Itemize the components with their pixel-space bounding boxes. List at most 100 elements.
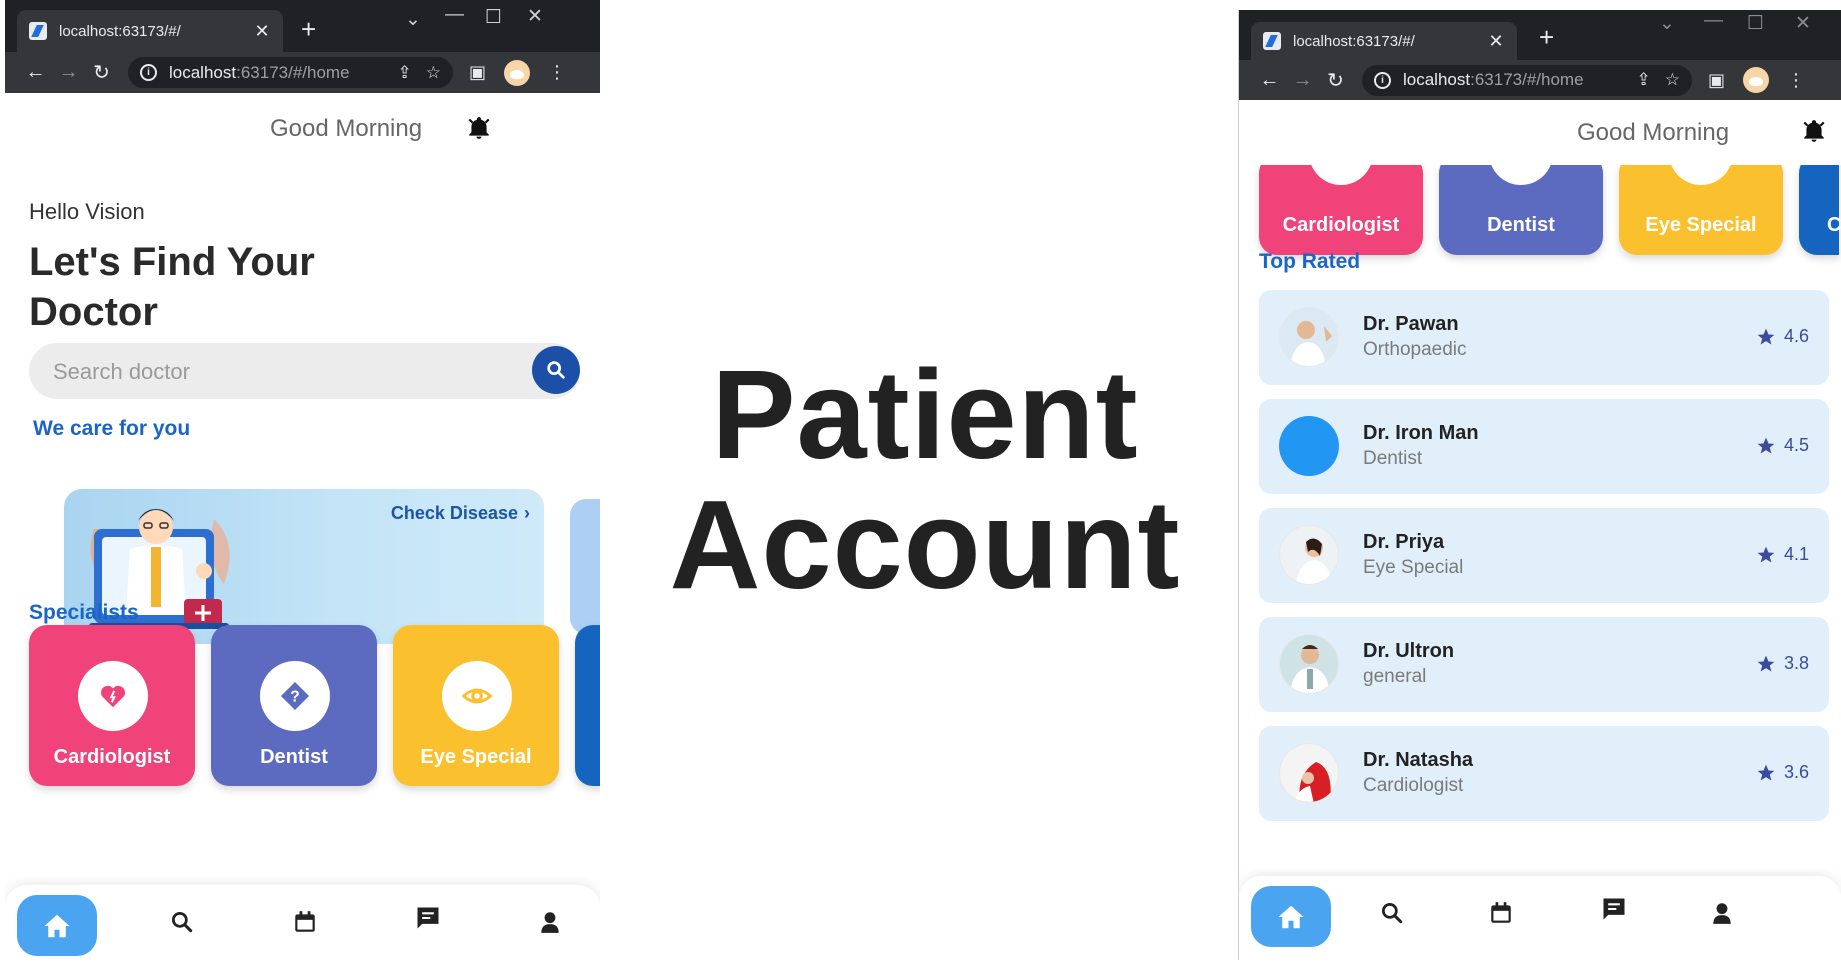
url-text: localhost:63173/#/home — [1403, 70, 1584, 89]
search-icon — [547, 361, 565, 379]
reload-icon[interactable]: ↻ — [1319, 68, 1352, 93]
search-icon — [171, 911, 193, 933]
doctor-rating: 4.6 — [1756, 326, 1809, 347]
share-icon[interactable]: ⇪ — [398, 63, 412, 83]
tab-close-icon[interactable]: ✕ — [1487, 31, 1505, 52]
tab-title: localhost:63173/#/ — [59, 22, 181, 40]
bookmark-star-icon[interactable]: ☆ — [1665, 70, 1680, 90]
star-icon — [1757, 437, 1775, 453]
specialist-label-fragment: C — [1827, 214, 1841, 236]
minimize-icon[interactable]: — — [445, 4, 464, 26]
eye-icon — [442, 661, 512, 731]
address-bar[interactable]: i localhost:63173/#/home ⇪ ☆ — [128, 57, 453, 88]
minimize-icon[interactable]: — — [1704, 10, 1723, 32]
left-browser-window: localhost:63173/#/ ✕ + ⌄ — ☐ ✕ ← → ↻ i l… — [5, 0, 600, 969]
bottom-navigation — [5, 885, 600, 969]
doctor-card[interactable]: Dr. Ultron general 3.8 — [1259, 617, 1829, 712]
url-text: localhost:63173/#/home — [169, 62, 350, 82]
menu-dots-icon[interactable]: ⋮ — [1787, 70, 1805, 91]
star-icon — [1757, 655, 1775, 671]
tab-search-icon[interactable]: ⌄ — [1659, 12, 1675, 35]
specialist-card-eye[interactable]: Eye Special — [393, 625, 559, 786]
doctor-specialty: Eye Special — [1363, 557, 1464, 578]
help-diamond-icon: ? — [260, 661, 330, 731]
browser-tab[interactable]: localhost:63173/#/ ✕ — [1251, 22, 1517, 60]
site-info-icon[interactable]: i — [1374, 71, 1391, 89]
tab-close-icon[interactable]: ✕ — [253, 21, 271, 42]
specialists-list: Cardiologist Dentist Eye Special C — [1259, 165, 1841, 255]
close-window-icon[interactable]: ✕ — [1795, 12, 1811, 35]
specialist-card-peek[interactable] — [575, 625, 600, 786]
maximize-icon[interactable]: ☐ — [1747, 12, 1764, 35]
notification-bell-icon[interactable] — [466, 115, 492, 141]
bookmark-star-icon[interactable]: ☆ — [426, 63, 441, 83]
home-icon — [1278, 905, 1304, 928]
browser-tab[interactable]: localhost:63173/#/ ✕ — [17, 10, 283, 52]
check-disease-link[interactable]: Check Disease › — [391, 503, 530, 524]
doctor-specialty: Cardiologist — [1363, 775, 1464, 796]
flutter-favicon-icon — [29, 22, 47, 40]
nav-home-button[interactable] — [1251, 886, 1331, 947]
specialists-section-title: Specialists — [29, 601, 139, 624]
reload-icon[interactable]: ↻ — [85, 60, 118, 85]
specialist-card-eye[interactable]: Eye Special — [1619, 165, 1783, 255]
nav-chat-button[interactable] — [1599, 894, 1629, 924]
specialist-card-cardiologist[interactable]: Cardiologist — [1259, 165, 1423, 255]
maximize-icon[interactable]: ☐ — [485, 6, 502, 29]
doctor-avatar — [1279, 634, 1339, 694]
doctor-card[interactable]: Dr. Pawan Orthopaedic 4.6 — [1259, 290, 1829, 385]
nav-home-button[interactable] — [17, 895, 97, 956]
share-icon[interactable]: ⇪ — [1637, 70, 1651, 90]
profile-avatar-icon[interactable] — [504, 59, 531, 86]
back-icon[interactable]: ← — [19, 61, 52, 84]
right-browser-window: localhost:63173/#/ ✕ + ⌄ — ☐ ✕ ← → ↻ i l… — [1238, 10, 1841, 960]
side-panel-icon[interactable]: ▣ — [1708, 70, 1725, 91]
forward-icon[interactable]: → — [52, 61, 85, 84]
forward-icon[interactable]: → — [1286, 69, 1319, 92]
tab-title: localhost:63173/#/ — [1293, 32, 1415, 50]
specialist-card-dentist[interactable]: ? Dentist — [211, 625, 377, 786]
back-icon[interactable]: ← — [1253, 69, 1286, 92]
page-title: Let's Find Your Doctor — [29, 240, 315, 334]
next-banner-peek[interactable] — [570, 499, 600, 634]
profile-avatar-icon[interactable] — [1743, 67, 1770, 93]
nav-chat-button[interactable] — [413, 903, 443, 933]
specialist-card-cardiologist[interactable]: Cardiologist — [29, 625, 195, 786]
doctor-name: Dr. Priya — [1363, 531, 1445, 553]
specialist-card-peek[interactable]: C — [1799, 165, 1841, 255]
nav-search-button[interactable] — [1377, 898, 1407, 928]
tab-search-icon[interactable]: ⌄ — [405, 8, 421, 31]
new-tab-icon[interactable]: + — [301, 16, 316, 42]
nav-search-button[interactable] — [167, 907, 197, 937]
side-panel-icon[interactable]: ▣ — [469, 62, 486, 83]
specialist-label: Cardiologist — [53, 746, 171, 768]
doctor-specialty: general — [1363, 666, 1427, 687]
nav-profile-button[interactable] — [535, 907, 565, 937]
specialists-list: Cardiologist ? Dentist Eye Special — [29, 625, 600, 786]
nav-appointments-button[interactable] — [290, 907, 320, 937]
appointments-icon — [1491, 902, 1511, 923]
app-home-screen-scrolled: Good Morning Cardiologist Dentist Eye Sp… — [1239, 100, 1841, 960]
close-window-icon[interactable]: ✕ — [527, 5, 543, 28]
composite-screenshot: localhost:63173/#/ ✕ + ⌄ — ☐ ✕ ← → ↻ i l… — [0, 0, 1841, 969]
menu-dots-icon[interactable]: ⋮ — [548, 62, 566, 83]
address-bar[interactable]: i localhost:63173/#/home ⇪ ☆ — [1362, 64, 1692, 96]
search-input[interactable]: Search doctor — [53, 359, 190, 385]
site-info-icon[interactable]: i — [140, 64, 157, 81]
home-icon — [44, 914, 70, 937]
doctor-card[interactable]: Dr. Iron Man Dentist 4.5 — [1259, 399, 1829, 494]
top-rated-section-title: Top Rated — [1259, 250, 1361, 273]
new-tab-icon[interactable]: + — [1539, 24, 1554, 50]
doctor-card[interactable]: Dr. Priya Eye Special 4.1 — [1259, 508, 1829, 603]
profile-icon — [1713, 903, 1731, 924]
browser-toolbar: ← → ↻ i localhost:63173/#/home ⇪ ☆ ▣ ⋮ — [5, 52, 600, 93]
notification-bell-icon[interactable] — [1801, 118, 1827, 144]
doctor-card[interactable]: Dr. Natasha Cardiologist 3.6 — [1259, 726, 1829, 821]
search-button[interactable] — [532, 346, 580, 394]
care-section-title: We care for you — [33, 417, 191, 440]
nav-profile-button[interactable] — [1707, 898, 1737, 928]
search-bar[interactable]: Search doctor — [29, 343, 580, 399]
specialist-card-dentist[interactable]: Dentist — [1439, 165, 1603, 255]
doctor-rating: 3.6 — [1756, 762, 1809, 783]
nav-appointments-button[interactable] — [1486, 898, 1516, 928]
